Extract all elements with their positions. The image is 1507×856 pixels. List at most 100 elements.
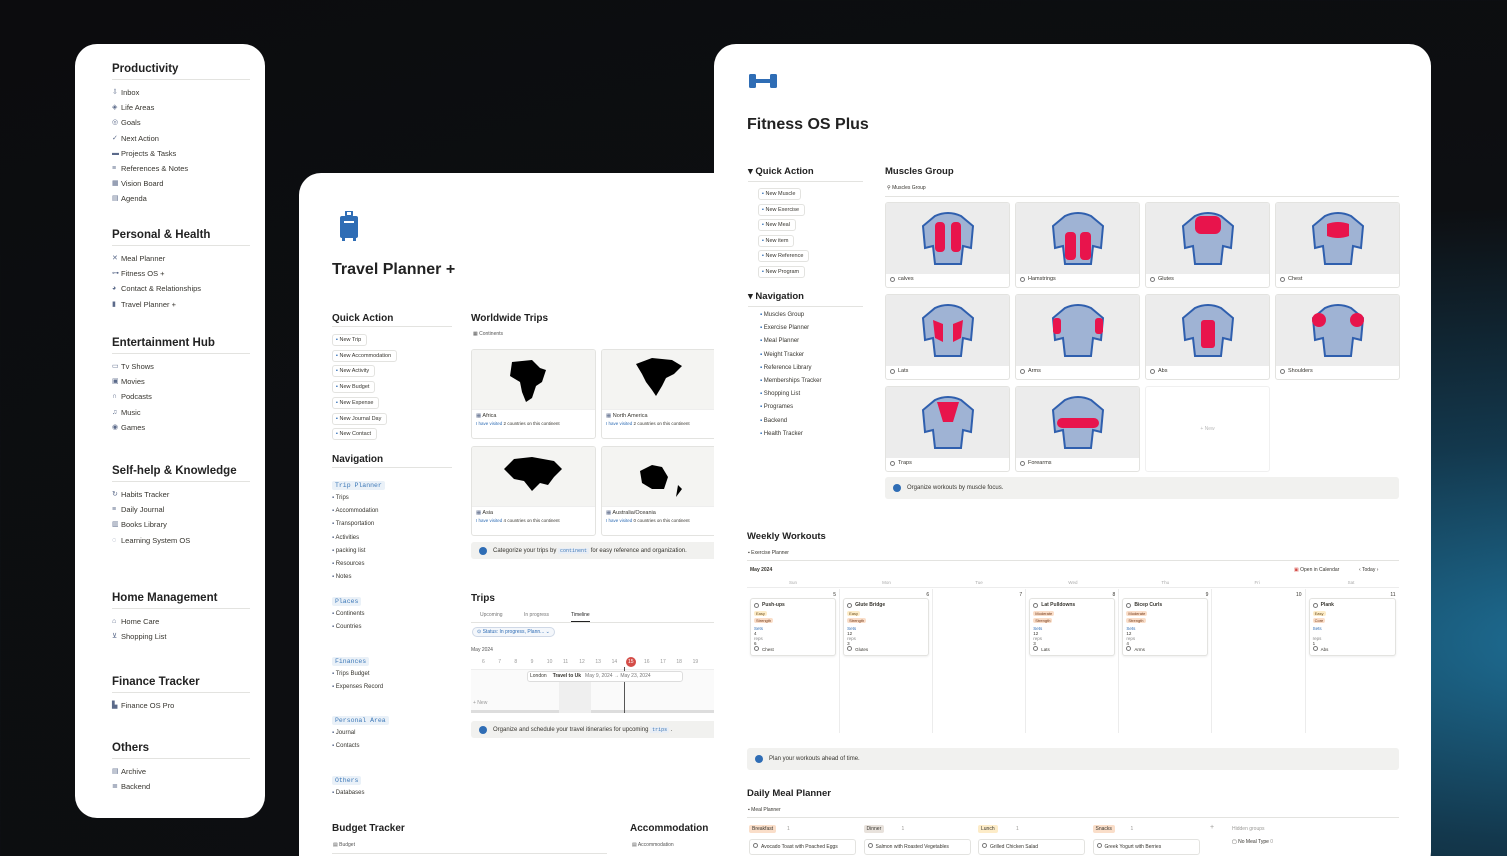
- sidebar-item[interactable]: ⌂ Home Care: [112, 614, 250, 629]
- sidebar-item[interactable]: ≡ References & Notes: [112, 161, 250, 176]
- nav-link[interactable]: ▪ Transportation: [332, 521, 374, 527]
- sidebar-item[interactable]: ▣ Movies: [112, 374, 250, 389]
- quick-action-button[interactable]: ▪ New Trip: [332, 334, 368, 346]
- trip-timeline-bar[interactable]: London Travel to Uk May 9, 2024 → May 23, …: [527, 671, 683, 682]
- today-button[interactable]: Today: [1362, 567, 1375, 573]
- new-muscle-card[interactable]: + New: [1145, 386, 1270, 472]
- nav-link[interactable]: ▪ Contacts: [332, 743, 359, 749]
- nav-link[interactable]: ▪ Continents: [332, 611, 364, 617]
- sidebar-item[interactable]: ⊶ Fitness OS +: [112, 266, 250, 281]
- muscle-card[interactable]: Hamstrings: [1015, 202, 1140, 288]
- sidebar-item[interactable]: ▤ Agenda: [112, 191, 250, 206]
- muscle-card[interactable]: Lats: [885, 294, 1010, 380]
- meal-card[interactable]: Greek Yogurt with Berries: [1092, 839, 1200, 855]
- sidebar-item[interactable]: ≡ Daily Journal: [112, 502, 250, 517]
- trips-tab[interactable]: Timeline: [571, 612, 590, 622]
- nav-link[interactable]: ▪ Trips: [332, 495, 349, 501]
- add-group-button[interactable]: +: [1210, 824, 1214, 831]
- workout-event-card[interactable]: Push-ups Easy Strength Sets 4 reps 6 Chest: [750, 598, 836, 656]
- sidebar-item[interactable]: ▤ Archive: [112, 764, 250, 779]
- workout-event-card[interactable]: Plank Easy Core Sets reps 1 Abs: [1308, 598, 1396, 656]
- chevron-right-icon[interactable]: ›: [1377, 567, 1379, 573]
- nav-link[interactable]: ▪ Backend: [760, 418, 787, 424]
- calendar-day-cell[interactable]: 8 Lat Pulldowns Moderate Strength Sets 12 reps…: [1026, 589, 1120, 733]
- continent-card[interactable]: ▦ Australia/Oceania I have visited 0 coun…: [601, 446, 726, 536]
- sidebar-item[interactable]: ◈ Life Areas: [112, 100, 250, 115]
- sidebar-item[interactable]: ▙ Finance OS Pro: [112, 698, 250, 713]
- chevron-left-icon[interactable]: ‹: [1359, 567, 1361, 573]
- quick-action-button[interactable]: ▪ New Activity: [332, 365, 376, 378]
- nav-link[interactable]: ▪ Memberships Tracker: [760, 378, 821, 384]
- muscle-card[interactable]: Shoulders: [1275, 294, 1400, 380]
- muscle-card[interactable]: Glutes: [1145, 202, 1270, 288]
- workout-event-card[interactable]: Lat Pulldowns Moderate Strength Sets 12 reps 3…: [1029, 598, 1116, 656]
- nav-link[interactable]: ▪ Trips Budget: [332, 671, 369, 677]
- meal-view-label[interactable]: ▪ Meal Planner: [748, 807, 781, 813]
- quick-action-button[interactable]: ▪ New Meal: [758, 219, 796, 232]
- trips-tab[interactable]: Upcoming: [480, 612, 503, 618]
- muscle-link[interactable]: Arms: [1126, 646, 1204, 652]
- quick-action-button[interactable]: ▪ New Reference: [758, 250, 810, 263]
- sidebar-item[interactable]: ▬ Projects & Tasks: [112, 146, 250, 161]
- nav-link[interactable]: ▪ Expenses Record: [332, 684, 383, 690]
- muscle-link[interactable]: Abs: [1312, 646, 1392, 652]
- muscle-card[interactable]: Chest: [1275, 202, 1400, 288]
- sidebar-item[interactable]: ✕ Meal Planner: [112, 251, 250, 266]
- muscle-link[interactable]: Lats: [1033, 646, 1111, 652]
- nav-link[interactable]: ▪ Databases: [332, 790, 364, 796]
- muscle-card[interactable]: calves: [885, 202, 1010, 288]
- sidebar-item[interactable]: ▥ Books Library: [112, 517, 250, 532]
- meal-card[interactable]: Avocado Toast with Poached Eggs: [749, 839, 856, 855]
- muscle-card[interactable]: Forearms: [1015, 386, 1140, 472]
- continents-view-label[interactable]: ▦ Continents: [473, 331, 503, 337]
- sidebar-item[interactable]: ▭ Tv Shows: [112, 359, 250, 374]
- nav-link[interactable]: ▪ Exercise Planner: [760, 325, 809, 331]
- muscle-link[interactable]: Chest: [754, 646, 832, 652]
- sidebar-item[interactable]: ↻ Habits Tracker: [112, 487, 250, 502]
- continent-card[interactable]: ▦ Africa I have visited 2 countries on th…: [471, 349, 596, 439]
- sidebar-item[interactable]: ≣ Backend: [112, 779, 250, 794]
- nav-link[interactable]: ▪ Meal Planner: [760, 338, 799, 344]
- nav-link[interactable]: ▪ packing list: [332, 548, 365, 554]
- nav-link[interactable]: ▪ Accommodation: [332, 508, 379, 514]
- sidebar-item[interactable]: ⊻ Shopping List: [112, 629, 250, 644]
- trips-tab[interactable]: In progress: [524, 612, 549, 618]
- nav-link[interactable]: ▪ Weight Tracker: [760, 352, 804, 358]
- meal-card[interactable]: Grilled Chicken Salad: [978, 839, 1085, 855]
- quick-action-button[interactable]: ▪ New item: [758, 234, 795, 247]
- workout-event-card[interactable]: Glute Bridge Easy Strength Sets 12 reps 3 Glute…: [843, 598, 930, 656]
- quick-action-button[interactable]: ▪ New Exercise: [758, 203, 806, 216]
- quick-action-button[interactable]: ▪ New Expense: [332, 396, 380, 409]
- no-meal-type-group[interactable]: ▢ No Meal Type 0: [1232, 839, 1273, 845]
- continent-card[interactable]: ▦ Asia I have visited 4 countries on this…: [471, 446, 596, 536]
- nav-link[interactable]: ▪ Muscles Group: [760, 312, 804, 318]
- nav-link[interactable]: ▪ Journal: [332, 730, 355, 736]
- sidebar-item[interactable]: ◌ Learning System OS: [112, 533, 250, 548]
- nav-link[interactable]: ▪ Countries: [332, 624, 361, 630]
- navigation-heading[interactable]: ▾ Navigation: [748, 291, 804, 302]
- open-in-calendar-button[interactable]: ▣ Open in Calendar: [1294, 567, 1339, 573]
- sidebar-item[interactable]: ◉ Games: [112, 420, 250, 435]
- nav-link[interactable]: ▪ Activities: [332, 535, 359, 541]
- nav-link[interactable]: ▪ Notes: [332, 574, 351, 580]
- sidebar-item[interactable]: ♫ Music: [112, 405, 250, 420]
- timeline-new-button[interactable]: + New: [473, 700, 487, 706]
- sidebar-item[interactable]: ✓ Next Action: [112, 131, 250, 146]
- nav-link[interactable]: ▪ Shopping List: [760, 391, 800, 397]
- meal-card[interactable]: Salmon with Roasted Vegetables: [863, 839, 971, 855]
- muscle-card[interactable]: Arms: [1015, 294, 1140, 380]
- continent-card[interactable]: ▦ North America I have visited 2 countrie…: [601, 349, 726, 439]
- calendar-day-cell[interactable]: 10: [1213, 589, 1306, 733]
- sidebar-item[interactable]: ⇩ Inbox: [112, 85, 250, 100]
- quick-action-button[interactable]: ▪ New Muscle: [758, 188, 802, 200]
- status-filter-chip[interactable]: ⊙ Status: In progress, Plann... ⌄: [472, 627, 555, 637]
- budget-view-label[interactable]: ▤ Budget: [333, 842, 355, 848]
- nav-link[interactable]: ▪ Programes: [760, 404, 793, 410]
- accommodation-view-label[interactable]: ▤ Accommodation: [632, 842, 674, 848]
- nav-link[interactable]: ▪ Health Tracker: [760, 431, 803, 437]
- quick-action-button[interactable]: ▪ New Program: [758, 266, 806, 278]
- nav-link[interactable]: ▪ Reference Library: [760, 365, 812, 371]
- muscles-view-label[interactable]: ⚲ Muscles Group: [887, 185, 926, 191]
- sidebar-item[interactable]: ▮ Travel Planner +: [112, 297, 250, 312]
- quick-action-heading[interactable]: ▾ Quick Action: [748, 166, 814, 177]
